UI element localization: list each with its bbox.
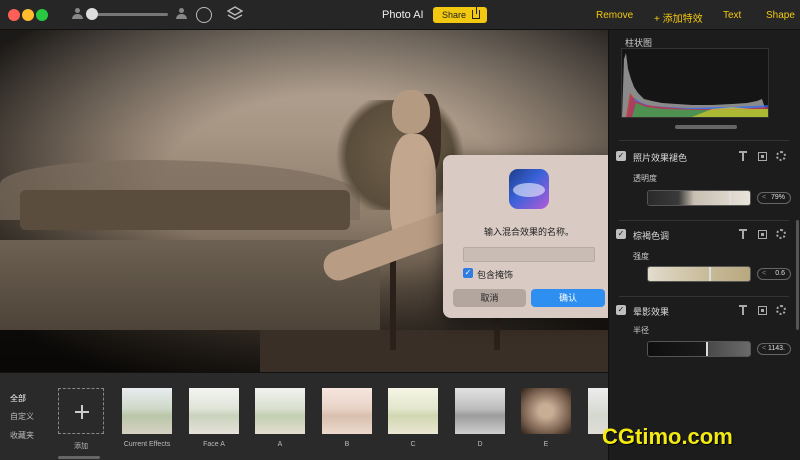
strip-scrollbar[interactable] — [58, 456, 100, 459]
app-icon — [509, 169, 549, 209]
preset-thumbnail[interactable] — [322, 388, 372, 434]
include-mask-checkbox[interactable]: ✓ — [463, 268, 473, 278]
section-fade-title: 照片效果褪色 — [633, 153, 688, 163]
category-favorites[interactable]: 收藏夹 — [10, 430, 34, 441]
zoom-window-button[interactable] — [36, 9, 48, 21]
photo-pool — [0, 240, 380, 330]
intensity-slider[interactable] — [647, 266, 751, 282]
section-divider — [619, 220, 789, 221]
dialog-title: 输入混合效果的名称。 — [483, 227, 574, 237]
opacity-slider-thumb[interactable] — [728, 191, 731, 205]
brush-size-slider-knob[interactable] — [86, 8, 98, 20]
opacity-value[interactable]: 79% — [757, 192, 791, 204]
blend-name-dialog: 输入混合效果的名称。 ✓ 包含掩饰 取消 确认 — [443, 155, 615, 318]
section-divider — [619, 296, 789, 297]
radius-label: 半径 — [633, 326, 649, 335]
preset-strip: 全部 自定义 收藏夹 添加 Current Effects Face A A B… — [0, 372, 608, 460]
preset-thumbnail[interactable] — [521, 388, 571, 434]
share-button[interactable]: Share — [433, 7, 487, 23]
brush-size-slider-track[interactable] — [88, 13, 168, 16]
preset-label: Current Effects — [123, 441, 171, 448]
histogram — [621, 48, 769, 118]
section-sepia-checkbox[interactable]: ✓ — [616, 229, 626, 239]
section-vignette-title: 晕影效果 — [633, 307, 670, 317]
preset-thumbnail[interactable] — [122, 388, 172, 434]
share-icon — [472, 7, 480, 19]
preset-label: A — [277, 441, 283, 448]
radius-value[interactable]: 1143. — [757, 343, 791, 355]
preset-label: B — [344, 441, 350, 448]
lasso-icon[interactable] — [196, 7, 212, 23]
gear-icon[interactable] — [776, 151, 786, 161]
category-all[interactable]: 全部 — [10, 393, 26, 404]
remove-button[interactable]: Remove — [596, 10, 633, 21]
text-button[interactable]: Text — [723, 10, 741, 21]
mask-icon[interactable] — [758, 306, 767, 315]
opacity-slider[interactable] — [647, 190, 751, 206]
add-preset-label: 添加 — [74, 443, 88, 450]
pin-icon[interactable] — [739, 151, 747, 161]
include-mask-label: 包含掩饰 — [477, 270, 514, 280]
section-fade-checkbox[interactable]: ✓ — [616, 151, 626, 161]
pin-icon[interactable] — [739, 229, 747, 239]
share-button-label: Share — [442, 10, 467, 20]
watermark: CGtimo.com — [602, 424, 733, 449]
radius-slider[interactable] — [647, 341, 751, 357]
app-title: Photo AI — [382, 9, 424, 21]
blend-name-input[interactable] — [463, 247, 595, 262]
preset-label: Face A — [203, 441, 225, 448]
person-large-icon — [176, 8, 187, 20]
add-effect-button[interactable]: + 添加特效 — [654, 10, 703, 25]
add-preset-button[interactable] — [58, 388, 104, 434]
cancel-button[interactable]: 取消 — [453, 289, 526, 307]
close-window-button[interactable] — [8, 9, 20, 21]
photo-hedge — [20, 190, 350, 230]
mask-icon[interactable] — [758, 152, 767, 161]
opacity-label: 透明度 — [633, 174, 657, 183]
intensity-label: 强度 — [633, 252, 649, 261]
histogram-graph — [622, 53, 768, 117]
pin-icon[interactable] — [739, 305, 747, 315]
shape-button[interactable]: Shape — [766, 10, 795, 21]
person-small-icon — [72, 8, 83, 20]
gear-icon[interactable] — [776, 305, 786, 315]
section-vignette-checkbox[interactable]: ✓ — [616, 305, 626, 315]
category-custom[interactable]: 自定义 — [10, 411, 34, 422]
preset-label: C — [410, 441, 416, 448]
photo-ai-window: Photo AI Share Remove + 添加特效 Text Shape … — [0, 0, 800, 460]
intensity-value[interactable]: 0.6 — [757, 268, 791, 280]
section-sepia-title: 棕褐色调 — [633, 231, 670, 241]
preset-thumbnail[interactable] — [189, 388, 239, 434]
preset-thumbnail[interactable] — [455, 388, 505, 434]
preset-thumbnail[interactable] — [255, 388, 305, 434]
confirm-button[interactable]: 确认 — [531, 289, 605, 307]
preset-label: D — [477, 441, 483, 448]
histogram-scroll[interactable] — [675, 125, 737, 129]
gear-icon[interactable] — [776, 229, 786, 239]
radius-slider-thumb[interactable] — [706, 342, 709, 356]
layers-icon[interactable] — [227, 6, 243, 24]
section-divider — [619, 140, 789, 141]
preset-thumbnail[interactable] — [388, 388, 438, 434]
minimize-window-button[interactable] — [22, 9, 34, 21]
intensity-slider-thumb[interactable] — [709, 267, 712, 281]
mask-icon[interactable] — [758, 230, 767, 239]
toolbar: Photo AI Share Remove + 添加特效 Text Shape — [0, 0, 800, 30]
preset-label: E — [543, 441, 549, 448]
panel-scrollbar[interactable] — [796, 220, 799, 330]
effects-panel: 柱状图 ✓ 照片效果褪色 透明度 79% ✓ 棕褐色调 — [608, 30, 800, 460]
